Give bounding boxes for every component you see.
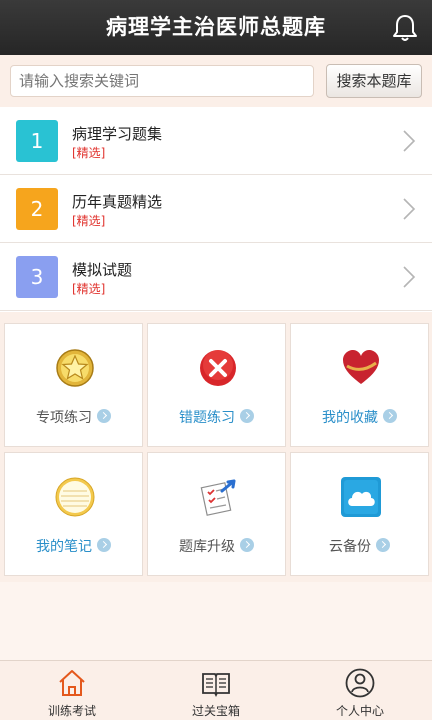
number-badge: 3	[16, 256, 58, 298]
star-medal-icon	[56, 349, 94, 387]
feature-grid: 专项练习 错题练习 我的收藏 我的笔记 题库升级 云备份	[0, 312, 432, 582]
page-title: 病理学主治医师总题库	[106, 15, 326, 39]
arrow-right-circle-icon	[376, 538, 390, 552]
featured-tag: [精选]	[72, 282, 106, 296]
tile-label-wrap: 专项练习	[5, 407, 142, 427]
search-button[interactable]: 搜索本题库	[326, 64, 422, 98]
nav-item-treasure-box[interactable]: 过关宝箱	[144, 661, 288, 720]
nav-label: 个人中心	[335, 704, 384, 718]
error-x-icon	[200, 350, 236, 386]
checklist-upgrade-icon	[200, 479, 236, 516]
tile-label-wrap: 错题练习	[148, 407, 285, 427]
notepad-icon	[55, 477, 95, 517]
chevron-right-icon	[403, 198, 416, 220]
question-set-list: 1 病理学习题集 [精选] 2 历年真题精选 [精选] 3 模拟试题 [精选]	[0, 107, 432, 312]
chevron-right-icon	[403, 266, 416, 288]
tile-label: 我的笔记	[36, 539, 92, 555]
arrow-right-circle-icon	[240, 409, 254, 423]
tile-label: 我的收藏	[322, 410, 378, 426]
arrow-right-circle-icon	[97, 538, 111, 552]
list-item-mock-tests[interactable]: 3 模拟试题 [精选]	[0, 243, 432, 311]
user-icon	[345, 668, 375, 698]
tile-label-wrap: 云备份	[291, 536, 428, 556]
heart-icon	[343, 350, 379, 384]
nav-item-training-exam[interactable]: 训练考试	[0, 661, 144, 720]
tile-label: 专项练习	[36, 410, 92, 426]
featured-tag: [精选]	[72, 146, 106, 160]
featured-tag: [精选]	[72, 214, 106, 228]
list-item-practice-set[interactable]: 1 病理学习题集 [精选]	[0, 107, 432, 175]
tile-label-wrap: 我的笔记	[5, 536, 142, 556]
nav-label: 训练考试	[47, 704, 96, 718]
bottom-nav: 训练考试 过关宝箱 个人中心	[0, 660, 432, 720]
tile-wrong-questions[interactable]: 错题练习	[147, 323, 286, 447]
tile-label: 题库升级	[179, 539, 235, 555]
search-input[interactable]	[10, 65, 314, 97]
cloud-icon	[341, 477, 381, 517]
arrow-right-circle-icon	[240, 538, 254, 552]
list-item-past-exams[interactable]: 2 历年真题精选 [精选]	[0, 175, 432, 243]
list-item-title: 历年真题精选	[72, 193, 163, 211]
arrow-right-circle-icon	[97, 409, 111, 423]
chevron-right-icon	[403, 130, 416, 152]
tile-cloud-backup[interactable]: 云备份	[290, 452, 429, 576]
bell-icon[interactable]	[390, 13, 420, 43]
tile-label-wrap: 我的收藏	[291, 407, 428, 427]
arrow-right-circle-icon	[383, 409, 397, 423]
nav-label: 过关宝箱	[191, 704, 240, 718]
tile-special-practice[interactable]: 专项练习	[4, 323, 143, 447]
home-icon	[59, 670, 85, 696]
list-item-title: 模拟试题	[72, 261, 133, 279]
app-header: 病理学主治医师总题库	[0, 0, 432, 55]
list-item-title: 病理学习题集	[72, 125, 163, 143]
tile-bank-upgrade[interactable]: 题库升级	[147, 452, 286, 576]
search-bar: 搜索本题库	[0, 55, 432, 107]
tile-favorites[interactable]: 我的收藏	[290, 323, 429, 447]
tile-label: 错题练习	[179, 410, 235, 426]
number-badge: 1	[16, 120, 58, 162]
tile-my-notes[interactable]: 我的笔记	[4, 452, 143, 576]
tile-label: 云备份	[329, 539, 371, 555]
book-icon	[202, 673, 230, 698]
number-badge: 2	[16, 188, 58, 230]
nav-item-personal-center[interactable]: 个人中心	[288, 661, 432, 720]
tile-label-wrap: 题库升级	[148, 536, 285, 556]
